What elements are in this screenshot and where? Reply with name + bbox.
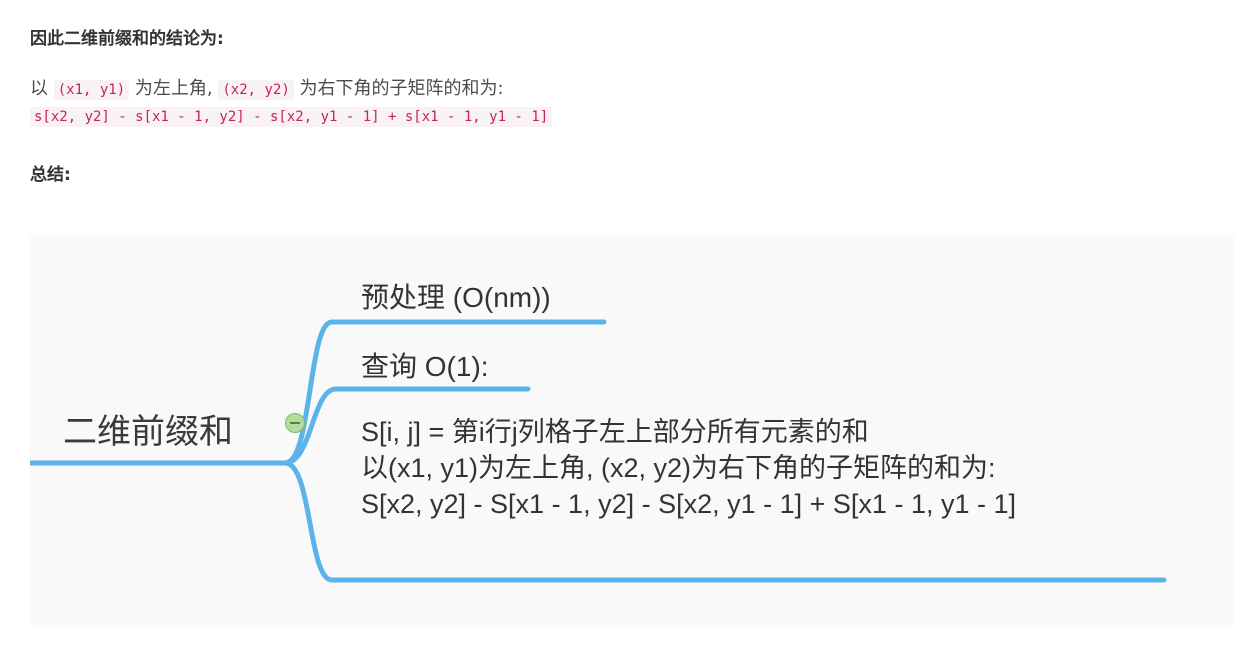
detail-line: S[x2, y2] - S[x1 - 1, y2] - S[x2, y1 - 1…: [361, 489, 1016, 519]
detail-line: S[i, j] = 第i行j列格子左上部分所有元素的和: [361, 417, 869, 447]
para-mid: 为左上角,: [129, 78, 219, 99]
mindmap-image: 二维前缀和 预处理 (O(nm)) 查询 O(1): S[i, j] = 第i行…: [30, 236, 1234, 625]
mindmap-root-label: 二维前缀和: [63, 413, 233, 451]
minus-circle-icon[interactable]: [285, 413, 305, 433]
conclusion-paragraph: 以 (x1, y1) 为左上角, (x2, y2) 为右下角的子矩阵的和为:: [30, 74, 504, 100]
para-prefix: 以: [30, 78, 54, 99]
summary-heading: 总结:: [30, 165, 71, 185]
conclusion-heading: 因此二维前缀和的结论为:: [30, 29, 224, 49]
branch-detail-text: S[i, j] = 第i行j列格子左上部分所有元素的和 以(x1, y1)为左上…: [361, 414, 1016, 522]
branch-preprocess-label: 预处理 (O(nm)): [361, 282, 551, 313]
branch-query-label: 查询 O(1):: [361, 351, 489, 382]
para-suffix: 为右下角的子矩阵的和为:: [293, 78, 504, 99]
formula-code: s[x2, y2] - s[x1 - 1, y2] - s[x2, y1 - 1…: [30, 107, 553, 127]
inline-code-top-left: (x1, y1): [53, 80, 130, 100]
detail-line: 以(x1, y1)为左上角, (x2, y2)为右下角的子矩阵的和为:: [361, 453, 996, 483]
inline-code-bottom-right: (x2, y2): [218, 80, 294, 100]
